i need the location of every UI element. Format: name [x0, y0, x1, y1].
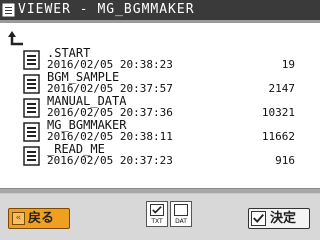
text-file-icon: [23, 122, 40, 142]
confirm-button[interactable]: 決定: [248, 208, 310, 229]
txt-mode-toggle[interactable]: TXT: [146, 201, 168, 227]
file-row[interactable]: BGM_SAMPLE 2016/02/05 20:37:57 2147: [0, 71, 320, 96]
text-file-icon: [23, 98, 40, 118]
file-size: 10321: [261, 106, 295, 119]
double-left-arrow-icon: «: [12, 212, 25, 225]
checkbox-empty-icon: [174, 204, 188, 216]
folder-icon: [2, 3, 15, 17]
window-title: VIEWER - MG_BGMMAKER: [18, 2, 195, 17]
up-arrow-icon[interactable]: [8, 28, 26, 46]
text-file-icon: [23, 74, 40, 94]
dat-mode-toggle[interactable]: DAT: [170, 201, 192, 227]
check-icon: [251, 211, 266, 226]
file-row[interactable]: .START 2016/02/05 20:38:23 19: [0, 47, 320, 72]
checkbox-checked-icon: [150, 204, 164, 216]
file-size: 916: [275, 154, 295, 167]
confirm-button-label: 決定: [270, 211, 297, 226]
text-file-icon: [23, 146, 40, 166]
txt-label: TXT: [151, 218, 163, 225]
back-button[interactable]: « 戻る: [8, 208, 70, 229]
dat-label: DAT: [175, 218, 187, 225]
file-date: 2016/02/05 20:37:23: [47, 154, 173, 167]
file-list[interactable]: .START 2016/02/05 20:38:23 19 BGM_SAMPLE…: [0, 23, 320, 188]
file-row[interactable]: _READ_ME 2016/02/05 20:37:23 916: [0, 143, 320, 168]
back-button-label: 戻る: [28, 211, 55, 226]
text-file-icon: [23, 50, 40, 70]
title-bar: VIEWER - MG_BGMMAKER: [0, 0, 320, 20]
file-row[interactable]: MG_BGMMAKER 2016/02/05 20:38:11 11662: [0, 119, 320, 144]
file-size: 19: [281, 58, 295, 71]
bottom-bar: « 戻る TXT DAT 決定: [0, 194, 320, 240]
file-size: 2147: [268, 82, 296, 95]
file-size: 11662: [261, 130, 295, 143]
file-row[interactable]: MANUAL_DATA 2016/02/05 20:37:36 10321: [0, 95, 320, 120]
